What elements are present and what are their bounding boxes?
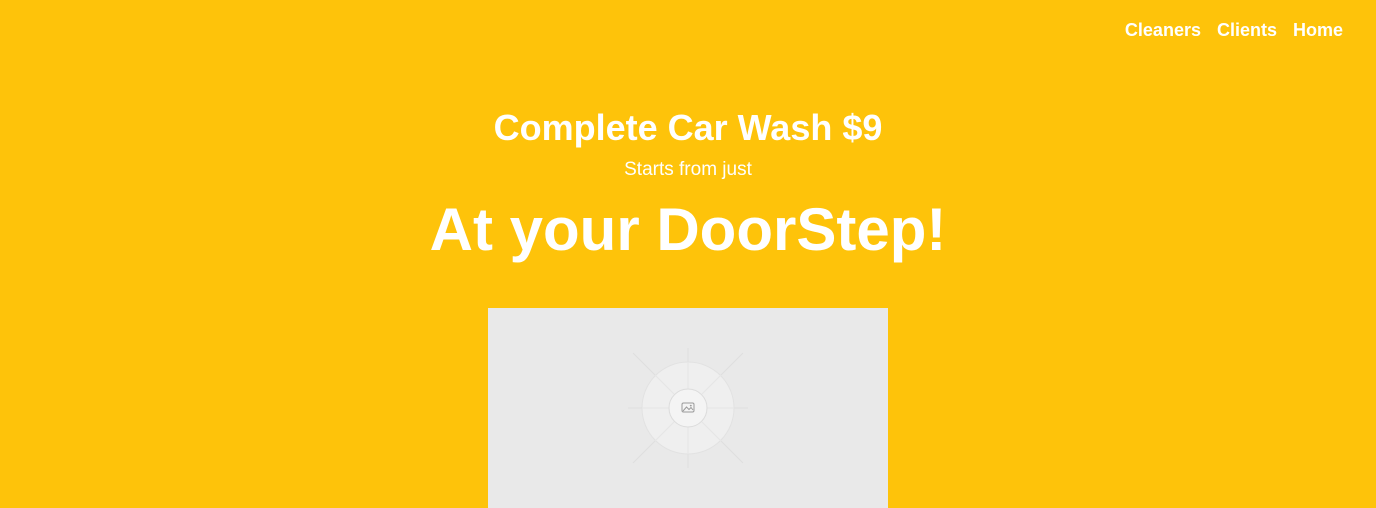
nav-link-cleaners[interactable]: Cleaners bbox=[1125, 18, 1201, 42]
promo-subtitle: Starts from just bbox=[624, 159, 752, 180]
nav-link-clients[interactable]: Clients bbox=[1217, 18, 1277, 42]
top-nav: Cleaners Clients Home bbox=[1125, 18, 1343, 42]
placeholder-graphic bbox=[628, 348, 748, 468]
hero-tagline: At your DoorStep! bbox=[429, 196, 947, 263]
nav-link-home[interactable]: Home bbox=[1293, 18, 1343, 42]
hero-image-placeholder bbox=[488, 308, 888, 508]
promo-title: Complete Car Wash $9 bbox=[493, 107, 883, 148]
